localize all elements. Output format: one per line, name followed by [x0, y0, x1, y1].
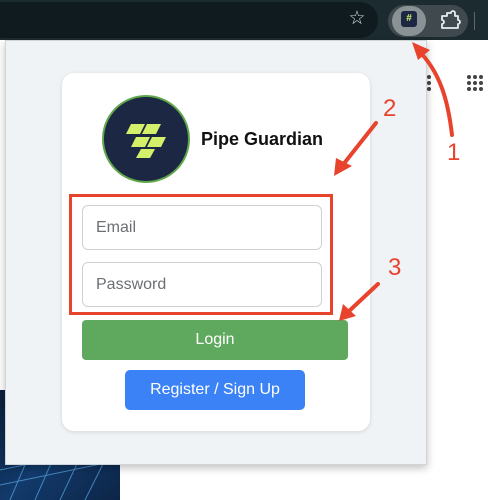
background-page [426, 40, 488, 500]
pipe-guardian-logo [102, 95, 190, 183]
browser-toolbar: ☆ # [0, 0, 488, 40]
partial-menu-icon [427, 75, 431, 91]
toolbar-separator [474, 12, 475, 30]
puzzle-icon[interactable] [438, 9, 462, 33]
brand-name: Pipe Guardian [201, 129, 324, 149]
login-button[interactable]: Login [82, 320, 348, 360]
credentials-highlight-box [69, 194, 333, 315]
apps-grid-icon[interactable] [467, 75, 483, 91]
pipe-guardian-extension-icon[interactable]: # [401, 11, 417, 27]
address-bar[interactable] [0, 2, 378, 38]
register-button[interactable]: Register / Sign Up [125, 370, 305, 410]
annotation-step-1: 1 [447, 139, 461, 166]
annotation-step-3: 3 [388, 254, 402, 281]
star-icon[interactable]: ☆ [346, 8, 368, 30]
logo-mark-icon [126, 124, 166, 158]
annotation-step-2: 2 [383, 95, 397, 122]
